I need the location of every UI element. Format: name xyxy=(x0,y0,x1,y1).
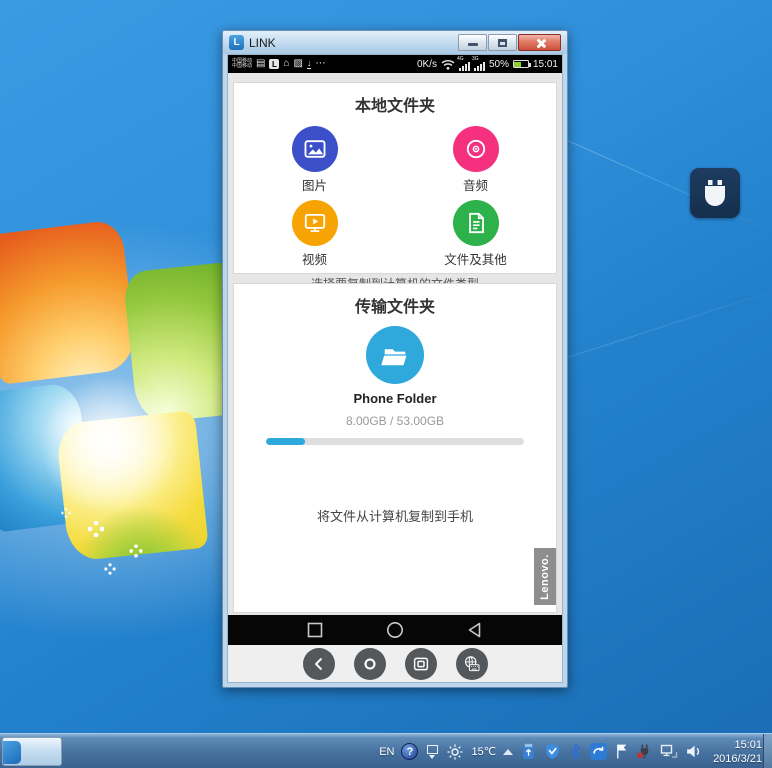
volume-icon[interactable] xyxy=(685,743,702,760)
action-center-flag-icon[interactable] xyxy=(614,743,629,760)
show-hidden-icons-button[interactable] xyxy=(503,748,514,755)
android-status-bar: 中国移动 中国移动 ▤ L ⌂ ▨ ↓ ⋯ 0K/s 4G 3G 50% 15:… xyxy=(228,55,562,73)
audio-disc-icon xyxy=(466,139,485,159)
transfer-folder-card: 传输文件夹 Phone Folder 8.00GB / 53.00GB 将文件从… xyxy=(233,283,557,613)
status-time: 15:01 xyxy=(532,58,558,70)
phone-folder-name: Phone Folder xyxy=(353,391,437,406)
more-notifications-icon: ⋯ xyxy=(315,58,326,69)
bluetooth-icon[interactable] xyxy=(568,743,583,760)
open-folder-icon xyxy=(381,349,407,366)
toolbar-input-method-button[interactable] xyxy=(455,647,488,680)
chevron-left-icon xyxy=(314,657,322,670)
storage-usage: 8.00GB / 53.00GB xyxy=(345,414,445,428)
android-nav-bar xyxy=(228,615,562,645)
tile-audio[interactable]: 音频 xyxy=(395,126,556,194)
phone-folder-button[interactable] xyxy=(366,326,424,384)
windows-taskbar: EN ? 15℃ 15:01 2016/3/21 xyxy=(0,733,772,768)
picture-icon xyxy=(304,140,325,158)
transfer-folder-title: 传输文件夹 xyxy=(354,299,435,316)
sync-app-icon[interactable] xyxy=(590,743,608,760)
maximize-button[interactable] xyxy=(488,34,517,51)
windows7-wallpaper-logo xyxy=(0,205,246,585)
globe-keyboard-icon xyxy=(465,656,480,672)
home-button[interactable] xyxy=(383,618,407,642)
network-icon[interactable] xyxy=(660,743,678,760)
wallpaper-sparkle xyxy=(61,508,71,518)
active-taskbar-button[interactable] xyxy=(2,737,62,766)
battery-icon xyxy=(512,60,531,68)
tile-video[interactable]: 视频 xyxy=(234,200,395,268)
tile-files-other[interactable]: 文件及其他 xyxy=(395,200,556,268)
wallpaper-center-glow xyxy=(40,375,180,515)
taskbar-clock[interactable]: 15:01 2016/3/21 xyxy=(713,738,762,766)
toolbar-record-button[interactable] xyxy=(353,647,386,680)
screenshot-icon: ▨ xyxy=(293,58,303,69)
desktop: L LINK 中国移动 中国移动 ▤ L ⌂ ▨ ↓ ⋯ 0K/s 4G 3G … xyxy=(0,0,772,768)
window-titlebar[interactable]: L LINK xyxy=(223,31,567,54)
close-button[interactable] xyxy=(518,34,561,51)
lenovo-brand-badge: Lenovo. xyxy=(534,548,556,605)
battery-percent: 50% xyxy=(488,58,509,70)
picture-in-picture-icon xyxy=(413,657,428,670)
tile-files-other-label: 文件及其他 xyxy=(444,253,507,267)
window-title: LINK xyxy=(249,35,276,50)
link-notification-icon: L xyxy=(269,59,280,69)
clock-time: 15:01 xyxy=(734,738,762,751)
phone-content: 本地文件夹 图片 音频 视频 文件及其他 传输文件夹 Phone Folder … xyxy=(228,73,562,615)
security-shield-icon[interactable] xyxy=(544,743,561,760)
usb-tray-icon[interactable] xyxy=(520,743,537,760)
phone-mirror-screen: 中国移动 中国移动 ▤ L ⌂ ▨ ↓ ⋯ 0K/s 4G 3G 50% 15:… xyxy=(227,54,563,683)
usb-device-overlay-icon[interactable] xyxy=(690,168,740,218)
link-app-icon: L xyxy=(229,35,244,50)
wallpaper-pane-red xyxy=(0,219,139,385)
signal-bars-4g-icon: 4G xyxy=(457,56,470,71)
local-folders-card: 本地文件夹 图片 音频 视频 文件及其他 xyxy=(233,82,557,291)
link-window: L LINK 中国移动 中国移动 ▤ L ⌂ ▨ ↓ ⋯ 0K/s 4G 3G … xyxy=(222,30,568,688)
keyboard-icon: ▤ xyxy=(256,58,266,69)
tile-audio-label: 音频 xyxy=(462,179,488,193)
recents-square-icon xyxy=(307,622,323,638)
weather-sun-icon[interactable] xyxy=(446,743,464,761)
tile-video-label: 视频 xyxy=(301,253,327,267)
taskbar-app-icon xyxy=(3,741,21,764)
wallpaper-sparkle xyxy=(129,544,143,558)
back-button[interactable] xyxy=(463,618,487,642)
network-speed: 0K/s xyxy=(416,58,437,70)
system-tray: EN ? 15℃ 15:01 2016/3/21 xyxy=(379,734,762,768)
language-bar-options-icon[interactable] xyxy=(425,744,439,759)
download-icon: ↓ xyxy=(306,58,312,69)
transfer-progress-fill xyxy=(266,438,305,445)
temperature-label[interactable]: 15℃ xyxy=(471,745,496,758)
power-plug-disconnected-icon[interactable] xyxy=(636,743,653,760)
toolbar-back-button[interactable] xyxy=(302,647,335,680)
language-indicator[interactable]: EN xyxy=(379,746,394,758)
document-icon xyxy=(468,212,484,234)
back-triangle-icon xyxy=(468,622,481,638)
wallpaper-sparkle xyxy=(88,521,104,537)
show-desktop-button[interactable] xyxy=(763,734,772,768)
usb-plug-icon xyxy=(705,180,725,206)
mirror-toolbar xyxy=(228,645,562,682)
minimize-icon xyxy=(468,43,478,46)
tile-pictures[interactable]: 图片 xyxy=(234,126,395,194)
recents-button[interactable] xyxy=(303,618,327,642)
help-icon[interactable]: ? xyxy=(401,743,419,760)
minimize-button[interactable] xyxy=(458,34,487,51)
carrier-label: 中国移动 中国移动 xyxy=(232,58,253,69)
maximize-icon xyxy=(498,39,507,47)
signal-bars-3g-icon: 3G xyxy=(472,56,485,71)
record-ring-icon xyxy=(363,657,376,670)
tile-pictures-label: 图片 xyxy=(301,179,327,193)
clock-date: 2016/3/21 xyxy=(713,752,762,765)
toolbar-pip-button[interactable] xyxy=(404,647,437,680)
storage-progress-bar xyxy=(266,438,524,445)
hotspot-icon: ⌂ xyxy=(283,58,290,69)
home-circle-icon xyxy=(387,622,403,638)
wallpaper-sparkle xyxy=(104,563,116,575)
close-icon xyxy=(535,38,546,49)
video-screen-icon xyxy=(304,213,325,233)
wifi-icon xyxy=(441,59,455,70)
transfer-hint: 将文件从计算机复制到手机 xyxy=(316,509,473,524)
local-folders-title: 本地文件夹 xyxy=(354,98,435,115)
